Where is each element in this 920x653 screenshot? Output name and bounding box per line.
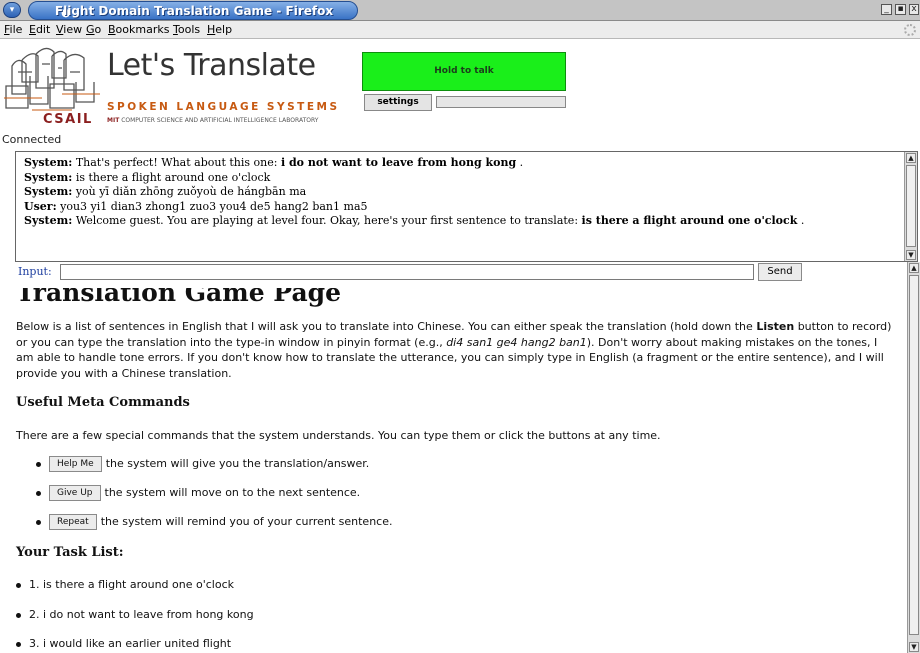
minimize-icon[interactable]: _ bbox=[881, 4, 892, 15]
conversation-line: System: yoù yī diǎn zhōng zuǒyoù de háng… bbox=[24, 185, 307, 198]
meta-commands-heading: Useful Meta Commands bbox=[16, 395, 190, 410]
task-item: 3. i would like an earlier united flight bbox=[16, 637, 231, 650]
scroll-thumb[interactable] bbox=[909, 275, 919, 635]
logo-lab-name: MIT COMPUTER SCIENCE AND ARTIFICIAL INTE… bbox=[107, 117, 319, 124]
chevron-down-icon: ▾ bbox=[9, 5, 15, 15]
settings-button[interactable]: settings bbox=[364, 94, 432, 111]
conversation-line: System: is there a flight around one o'c… bbox=[24, 170, 271, 184]
command-row-repeat: Repeat the system will remind you of your… bbox=[36, 514, 392, 530]
menu-view[interactable]: View bbox=[56, 23, 82, 36]
bullet-icon bbox=[36, 461, 41, 467]
scroll-thumb[interactable] bbox=[906, 165, 916, 247]
logo-title: Let's Translate bbox=[107, 48, 316, 83]
menu-file[interactable]: File bbox=[4, 23, 22, 36]
bullet-icon bbox=[16, 612, 21, 618]
repeat-button[interactable]: Repeat bbox=[49, 514, 97, 530]
menu-tools[interactable]: Tools bbox=[173, 23, 200, 36]
maximize-icon[interactable]: ▪ bbox=[895, 4, 906, 15]
command-row-help: Help Me the system will give you the tran… bbox=[36, 456, 369, 472]
give-up-button[interactable]: Give Up bbox=[49, 485, 101, 501]
menu-help[interactable]: Help bbox=[207, 23, 232, 36]
game-page: Translation Game Page Below is a list of… bbox=[0, 288, 907, 653]
page-title: Translation Game Page bbox=[16, 288, 342, 307]
lets-translate-logo: Let's Translate SPOKEN LANGUAGE SYSTEMS … bbox=[0, 40, 360, 132]
task-item: 2. i do not want to leave from hong kong bbox=[16, 608, 254, 621]
command-description: the system will move on to the next sent… bbox=[104, 486, 361, 499]
scroll-up-icon[interactable]: ▲ bbox=[909, 263, 919, 273]
bullet-icon bbox=[16, 641, 21, 647]
bullet-icon bbox=[36, 490, 41, 496]
conversation-lines: System: That's perfect! What about this … bbox=[24, 156, 899, 229]
command-description: the system will remind you of your curre… bbox=[100, 515, 393, 528]
conversation-line: System: That's perfect! What about this … bbox=[24, 156, 524, 169]
input-label: Input: bbox=[18, 265, 52, 278]
scroll-down-icon[interactable]: ▼ bbox=[906, 250, 916, 260]
menu-bookmarks[interactable]: Bookmarks bbox=[108, 23, 169, 36]
scroll-down-icon[interactable]: ▼ bbox=[909, 642, 919, 652]
window-title-pill: ● Flight Domain Translation Game - Firef… bbox=[28, 1, 358, 20]
connection-status: Connected bbox=[2, 133, 62, 146]
menubar: File Edit View Go Bookmarks Tools Help bbox=[0, 21, 920, 39]
window-menu-button[interactable]: ▾ bbox=[3, 2, 21, 18]
close-icon[interactable]: x bbox=[909, 4, 919, 15]
menu-edit[interactable]: Edit bbox=[29, 23, 50, 36]
conversation-line: User: you3 yi1 dian3 zhong1 zuo3 you4 de… bbox=[24, 199, 368, 213]
command-row-give-up: Give Up the system will move on to the ne… bbox=[36, 485, 360, 501]
logo-subtitle: SPOKEN LANGUAGE SYSTEMS bbox=[107, 101, 340, 113]
task-item: 1. is there a flight around one o'clock bbox=[16, 578, 234, 591]
command-description: the system will give you the translation… bbox=[105, 457, 370, 470]
throbber-icon bbox=[904, 24, 916, 36]
menu-go[interactable]: Go bbox=[86, 23, 101, 36]
help-me-button[interactable]: Help Me bbox=[49, 456, 102, 472]
scroll-up-icon[interactable]: ▲ bbox=[906, 153, 916, 163]
translation-input[interactable] bbox=[60, 264, 754, 280]
conversation-log[interactable]: System: That's perfect! What about this … bbox=[15, 151, 918, 262]
page-intro: Below is a list of sentences in English … bbox=[16, 320, 892, 380]
task-list-heading: Your Task List: bbox=[16, 545, 124, 560]
page-scrollbar[interactable]: ▲ ▼ bbox=[907, 262, 920, 653]
hold-to-talk-button[interactable]: Hold to talk bbox=[362, 52, 566, 91]
bullet-icon bbox=[36, 519, 41, 525]
bullet-icon bbox=[16, 582, 21, 588]
window-title: Flight Domain Translation Game - Firefox bbox=[54, 4, 334, 18]
meta-commands-intro: There are a few special commands that th… bbox=[16, 429, 661, 442]
audio-level-meter bbox=[436, 96, 566, 108]
window-titlebar: ▾ ● Flight Domain Translation Game - Fir… bbox=[0, 0, 920, 21]
conversation-line: System: Welcome guest. You are playing a… bbox=[24, 214, 805, 227]
send-button[interactable]: Send bbox=[758, 263, 802, 281]
conversation-scrollbar[interactable]: ▲ ▼ bbox=[904, 152, 917, 261]
logo-csail: CSAIL bbox=[43, 112, 93, 127]
